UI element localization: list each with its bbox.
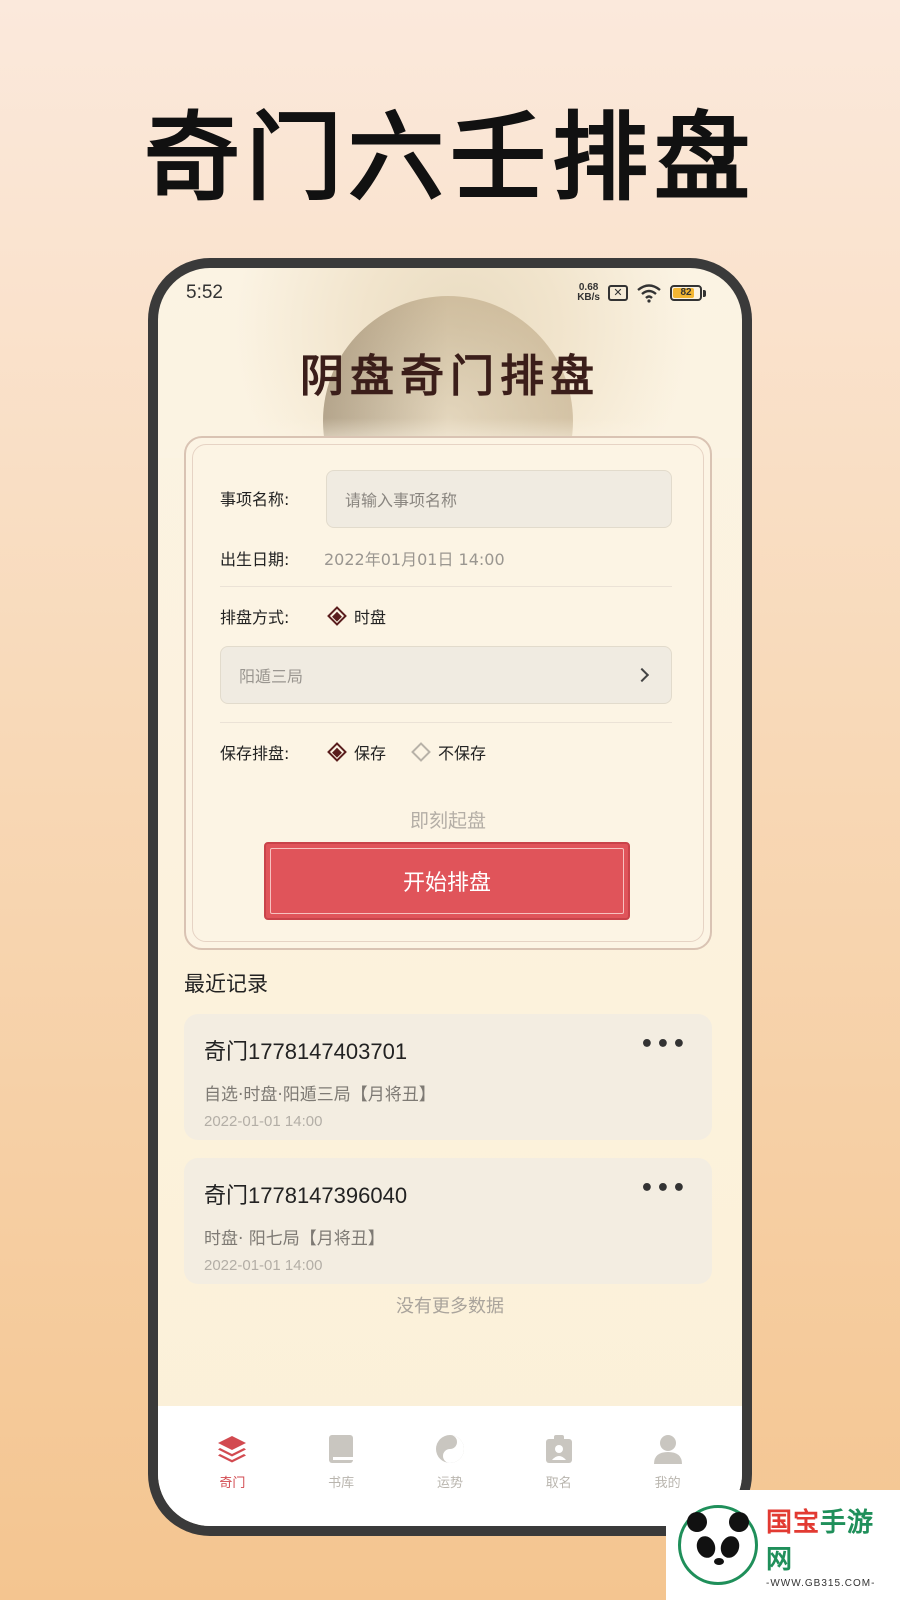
watermark-brand: 国宝手游网 <box>766 1507 875 1575</box>
record-title: 奇门1778147403701 <box>204 1039 408 1064</box>
taiji-icon <box>433 1432 467 1466</box>
method-option-shipan[interactable]: 时盘 <box>354 604 386 628</box>
no-more-data-text: 没有更多数据 <box>396 1296 504 1317</box>
chevron-right-icon <box>634 667 650 683</box>
record-title: 奇门1778147396040 <box>204 1183 408 1208</box>
app-screen: 5:52 0.68 KB/s ✕ 82 阴盘奇门排盘 事项名称: 请输入事项名称… <box>158 268 742 1526</box>
layers-icon <box>215 1432 249 1466</box>
network-speed: 0.68 KB/s <box>577 282 600 303</box>
record-desc: 自选·时盘·阳遁三局【月将丑】 <box>204 1085 436 1105</box>
radio-selected-icon[interactable] <box>327 742 347 762</box>
ju-value: 阳遁三局 <box>239 667 304 686</box>
birth-date-value[interactable]: 2022年01月01日 14:00 <box>324 546 505 570</box>
status-time: 5:52 <box>186 282 223 303</box>
tab-naming[interactable]: 取名 <box>514 1432 604 1526</box>
instant-start-link[interactable]: 即刻起盘 <box>186 806 710 833</box>
item-name-label: 事项名称: <box>220 490 290 509</box>
divider <box>220 586 672 587</box>
wifi-icon <box>637 284 661 303</box>
no-sim-icon: ✕ <box>608 285 628 301</box>
id-card-icon <box>542 1432 576 1466</box>
more-options-icon[interactable]: ••• <box>640 1176 688 1201</box>
method-label: 排盘方式: <box>220 608 290 627</box>
user-icon <box>651 1432 685 1466</box>
record-date: 2022-01-01 14:00 <box>204 1113 323 1130</box>
birth-date-label: 出生日期: <box>220 550 290 569</box>
panda-logo <box>678 1505 758 1585</box>
phone-frame: 5:52 0.68 KB/s ✕ 82 阴盘奇门排盘 事项名称: 请输入事项名称… <box>148 258 752 1536</box>
ju-select[interactable]: 阳遁三局 <box>220 646 672 704</box>
save-option-no[interactable]: 不保存 <box>438 740 486 764</box>
radio-selected-icon[interactable] <box>327 606 347 626</box>
form-card: 事项名称: 请输入事项名称 出生日期: 2022年01月01日 14:00 排盘… <box>184 436 712 950</box>
item-name-placeholder: 请输入事项名称 <box>345 491 458 510</box>
site-watermark: 国宝手游网 -WWW.GB315.COM- <box>666 1490 900 1600</box>
divider <box>220 722 672 723</box>
status-bar: 5:52 0.68 KB/s ✕ 82 <box>158 268 742 318</box>
watermark-url: -WWW.GB315.COM- <box>766 1577 876 1589</box>
start-paipan-button[interactable]: 开始排盘 <box>264 842 630 920</box>
item-name-input[interactable]: 请输入事项名称 <box>326 470 672 528</box>
radio-unselected-icon[interactable] <box>411 742 431 762</box>
save-label: 保存排盘: <box>220 744 290 763</box>
recent-records-title: 最近记录 <box>184 972 268 996</box>
tab-library[interactable]: 书库 <box>296 1432 386 1526</box>
app-title: 阴盘奇门排盘 <box>300 351 600 402</box>
battery-icon: 82 <box>670 285 706 301</box>
record-card[interactable]: 奇门1778147403701 自选·时盘·阳遁三局【月将丑】 2022-01-… <box>184 1014 712 1140</box>
record-desc: 时盘· 阳七局【月将丑】 <box>204 1229 385 1249</box>
more-options-icon[interactable]: ••• <box>640 1032 688 1057</box>
promo-title: 奇门六壬排盘 <box>144 102 756 214</box>
record-card[interactable]: 奇门1778147396040 时盘· 阳七局【月将丑】 2022-01-01 … <box>184 1158 712 1284</box>
tab-qimen[interactable]: 奇门 <box>187 1432 277 1526</box>
record-date: 2022-01-01 14:00 <box>204 1257 323 1274</box>
save-option-yes[interactable]: 保存 <box>354 740 386 764</box>
tab-fortune[interactable]: 运势 <box>405 1432 495 1526</box>
book-icon <box>324 1432 358 1466</box>
bottom-tab-bar: 奇门 书库 运势 取名 我的 <box>158 1406 742 1526</box>
